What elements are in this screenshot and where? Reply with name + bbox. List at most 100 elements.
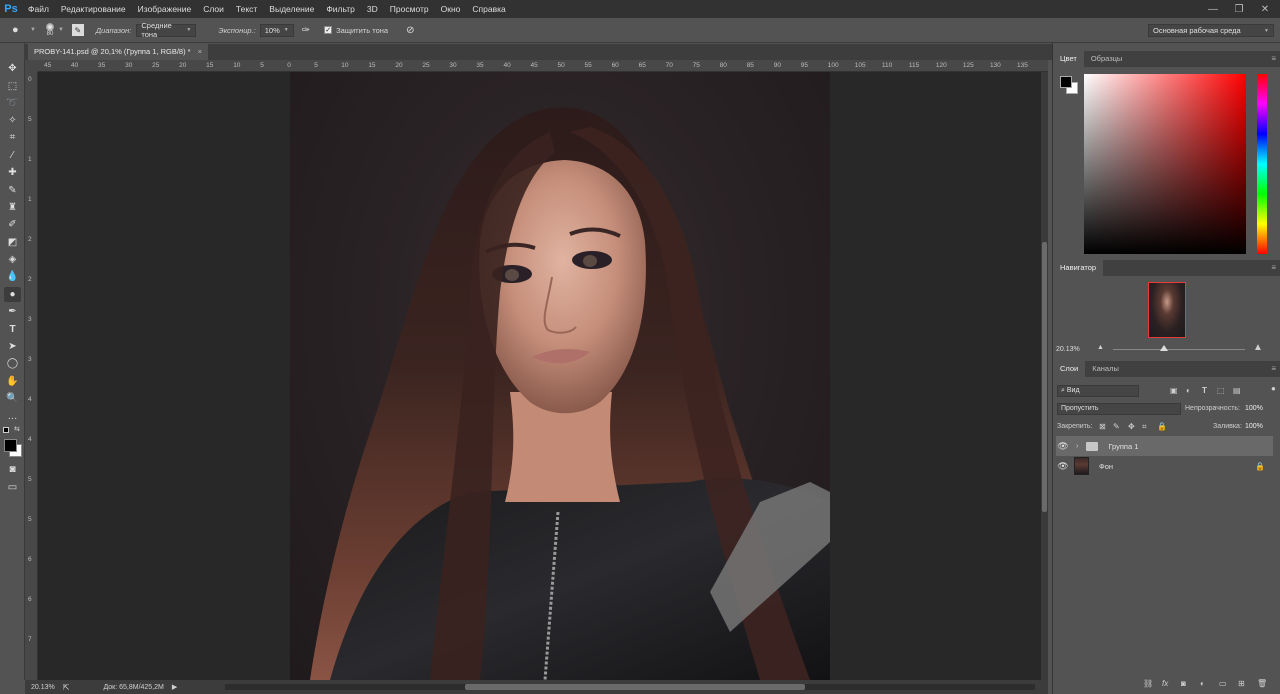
photoshop-logo[interactable]: Ps — [0, 0, 22, 18]
airbrush-icon[interactable]: ✑ — [302, 25, 310, 36]
more-tools-icon[interactable]: … — [4, 409, 21, 424]
panel-menu-icon[interactable]: ≡ — [1271, 54, 1276, 63]
new-group-icon[interactable]: ▭ — [1219, 679, 1227, 688]
hand-tool-icon[interactable]: ✋ — [4, 374, 21, 389]
filter-smart-object-icon[interactable]: ▤ — [1233, 386, 1241, 395]
paint-bucket-tool-icon[interactable]: ◈ — [4, 252, 21, 267]
tool-preset-arrow-icon[interactable]: ▼ — [30, 27, 36, 33]
layer-filter-select[interactable]: ⌕ Вид — [1057, 385, 1139, 397]
filter-pixel-icon[interactable]: ▣ — [1170, 386, 1178, 395]
ruler-corner[interactable] — [25, 60, 38, 72]
brush-picker-arrow-icon[interactable]: ▼ — [58, 27, 64, 33]
tab-swatches[interactable]: Образцы — [1084, 51, 1130, 67]
lock-image-icon[interactable]: ✎ — [1113, 422, 1120, 431]
vertical-scroll-thumb[interactable] — [1042, 242, 1047, 512]
default-colors-icon[interactable] — [3, 427, 9, 433]
link-layers-icon[interactable]: ⛓ — [1143, 679, 1153, 688]
canvas-area[interactable] — [38, 72, 1048, 680]
document-size[interactable]: Док: 65,8M/425,2M — [103, 684, 163, 691]
panel-menu-icon[interactable]: ≡ — [1271, 364, 1276, 373]
navigator-slider-knob[interactable] — [1160, 345, 1168, 351]
zoom-out-icon[interactable]: ▲ — [1097, 344, 1104, 351]
blur-tool-icon[interactable]: 💧 — [4, 269, 21, 284]
horizontal-ruler[interactable]: 45 40 35 30 25 20 15 10 5 0 5 10 15 20 25 30 35 40 45 50 55 6… — [38, 60, 1048, 72]
protect-tones-checkbox[interactable]: ✓ Защитить тона — [324, 26, 388, 35]
workspace-select[interactable]: Основная рабочая среда ▼ — [1148, 24, 1274, 37]
zoom-level[interactable]: 20.13% — [31, 684, 55, 691]
close-tab-icon[interactable]: × — [198, 44, 202, 60]
exposure-input[interactable]: 10% ▼ — [259, 23, 294, 37]
status-export-icon[interactable]: ⇱ — [63, 683, 70, 692]
marquee-tool-icon[interactable]: ⬚ — [4, 79, 21, 94]
menu-window[interactable]: Окно — [435, 0, 467, 18]
status-menu-arrow-icon[interactable]: ▶ — [172, 683, 177, 691]
pen-tool-icon[interactable]: ✒ — [4, 304, 21, 319]
menu-file[interactable]: Файл — [22, 0, 55, 18]
foreground-color-swatch[interactable] — [4, 439, 17, 452]
trash-icon[interactable]: 🗑 — [1257, 679, 1267, 688]
menu-view[interactable]: Просмотр — [384, 0, 435, 18]
add-mask-icon[interactable]: ◙ — [1181, 679, 1186, 688]
visibility-eye-icon[interactable]: 👁 — [1056, 461, 1070, 472]
navigator-zoom-value[interactable]: 20.13% — [1056, 346, 1080, 353]
vertical-scrollbar[interactable] — [1041, 72, 1048, 680]
tab-navigator[interactable]: Навигатор — [1053, 260, 1104, 276]
menu-type[interactable]: Текст — [230, 0, 263, 18]
menu-filter[interactable]: Фильтр — [320, 0, 361, 18]
new-layer-icon[interactable]: ⊞ — [1238, 679, 1245, 688]
tab-channels[interactable]: Каналы — [1085, 361, 1126, 377]
filter-adjustment-icon[interactable]: ◐ — [1186, 386, 1191, 395]
blend-mode-select[interactable]: Пропустить — [1057, 403, 1181, 415]
navigator-zoom-slider[interactable] — [1113, 349, 1245, 350]
lock-transparent-icon[interactable]: ⊠ — [1099, 422, 1106, 431]
color-foreground-swatch[interactable] — [1060, 76, 1072, 88]
zoom-tool-icon[interactable]: 🔍 — [4, 391, 21, 406]
menu-image[interactable]: Изображение — [132, 0, 198, 18]
color-saturation-field[interactable] — [1084, 74, 1246, 254]
fill-value[interactable]: 100% — [1245, 423, 1263, 430]
quick-select-tool-icon[interactable]: ✧ — [4, 113, 21, 128]
brush-tool-icon[interactable]: ✎ — [4, 183, 21, 198]
lock-all-icon[interactable]: 🔒 — [1157, 422, 1167, 431]
expand-arrow-icon[interactable]: › — [1076, 443, 1078, 450]
document-image[interactable] — [290, 72, 830, 680]
menu-3d[interactable]: 3D — [361, 0, 384, 18]
menu-layers[interactable]: Слои — [197, 0, 230, 18]
panel-menu-icon[interactable]: ≡ — [1271, 263, 1276, 272]
range-select[interactable]: Средние тона ▼ — [136, 21, 197, 39]
visibility-eye-icon[interactable]: 👁 — [1056, 441, 1070, 452]
menu-help[interactable]: Справка — [466, 0, 511, 18]
move-tool-icon[interactable]: ✥ — [4, 61, 21, 76]
brush-panel-toggle-icon[interactable]: ✎ — [71, 24, 84, 36]
menu-edit[interactable]: Редактирование — [55, 0, 132, 18]
burn-tool-icon[interactable]: ● — [4, 287, 21, 302]
layer-row-background[interactable]: 👁 Фон 🔒 — [1056, 456, 1273, 476]
swap-colors-icon[interactable]: ⇆ — [14, 425, 20, 433]
minimize-button[interactable]: — — [1200, 0, 1226, 18]
eyedropper-tool-icon[interactable]: ⁄ — [4, 148, 21, 163]
type-tool-icon[interactable]: T — [4, 322, 21, 337]
document-tab[interactable]: PROBY-141.psd @ 20,1% (Группа 1, RGB/8) … — [28, 44, 208, 60]
layer-row-group[interactable]: 👁 › Группа 1 — [1056, 436, 1273, 456]
horizontal-scrollbar[interactable] — [225, 684, 1035, 690]
healing-brush-tool-icon[interactable]: ✚ — [4, 165, 21, 180]
adjustment-layer-icon[interactable]: ◐ — [1200, 679, 1205, 688]
pressure-icon[interactable]: ⊘ — [406, 25, 414, 36]
filter-toggle-icon[interactable]: ● — [1271, 384, 1276, 393]
crop-tool-icon[interactable]: ⌗ — [4, 130, 21, 145]
hue-slider[interactable] — [1257, 74, 1267, 254]
burn-tool-preset-icon[interactable]: ● — [12, 24, 30, 36]
close-button[interactable]: ✕ — [1252, 0, 1278, 18]
tab-layers[interactable]: Слои — [1053, 361, 1086, 377]
ellipse-tool-icon[interactable]: ◯ — [4, 356, 21, 371]
zoom-in-icon[interactable]: ▲ — [1253, 342, 1263, 353]
tab-color[interactable]: Цвет — [1053, 51, 1084, 67]
eraser-tool-icon[interactable]: ◩ — [4, 235, 21, 250]
navigator-preview[interactable] — [1148, 282, 1186, 338]
filter-shape-icon[interactable]: ⬚ — [1217, 386, 1225, 395]
path-select-tool-icon[interactable]: ➤ — [4, 339, 21, 354]
layer-style-fx-icon[interactable]: fx — [1162, 679, 1168, 688]
lock-artboard-icon[interactable]: ⌗ — [1142, 422, 1147, 432]
quick-mask-icon[interactable]: ◙ — [4, 462, 21, 477]
menu-select[interactable]: Выделение — [263, 0, 320, 18]
